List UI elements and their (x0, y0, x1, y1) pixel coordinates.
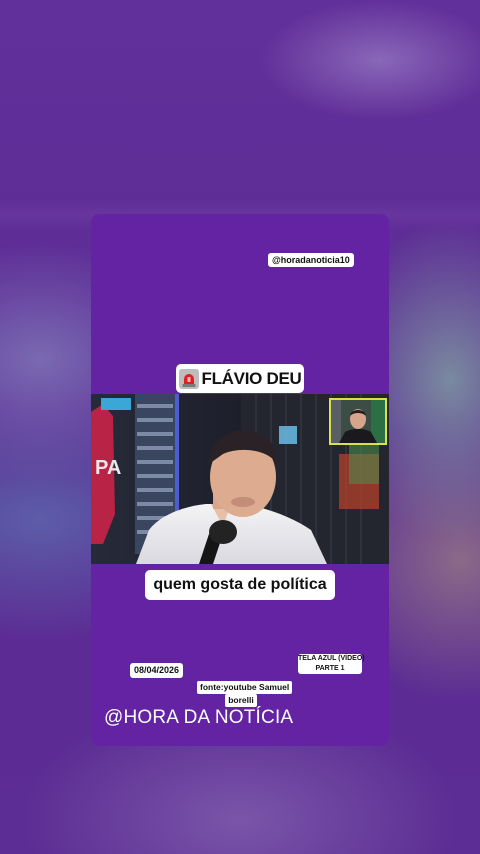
source-line2: borelli (225, 694, 257, 707)
video-part-label: TELA AZUL (VÍDEO) PARTE 1 (298, 654, 365, 674)
source-label: fonte:youtube Samuel borelli (197, 681, 293, 707)
pip-webcam (329, 398, 387, 445)
headline-text: FLÁVIO DEU (201, 368, 302, 388)
video-part-line2: PARTE 1 (315, 665, 345, 672)
channel-handle-label: @horadanoticia10 (268, 253, 354, 267)
source-line1: fonte:youtube Samuel (197, 681, 293, 694)
svg-text:PA: PA (95, 457, 121, 479)
siren-icon (178, 368, 199, 389)
date-label: 08/04/2026 (130, 663, 183, 678)
video-part-line1: TELA AZUL (VÍDEO) (298, 655, 365, 662)
brand-watermark: @HORA DA NOTÍCIA (104, 707, 294, 728)
subtitle-caption: quem gosta de política (145, 570, 335, 600)
headline-banner: FLÁVIO DEU (176, 364, 304, 393)
